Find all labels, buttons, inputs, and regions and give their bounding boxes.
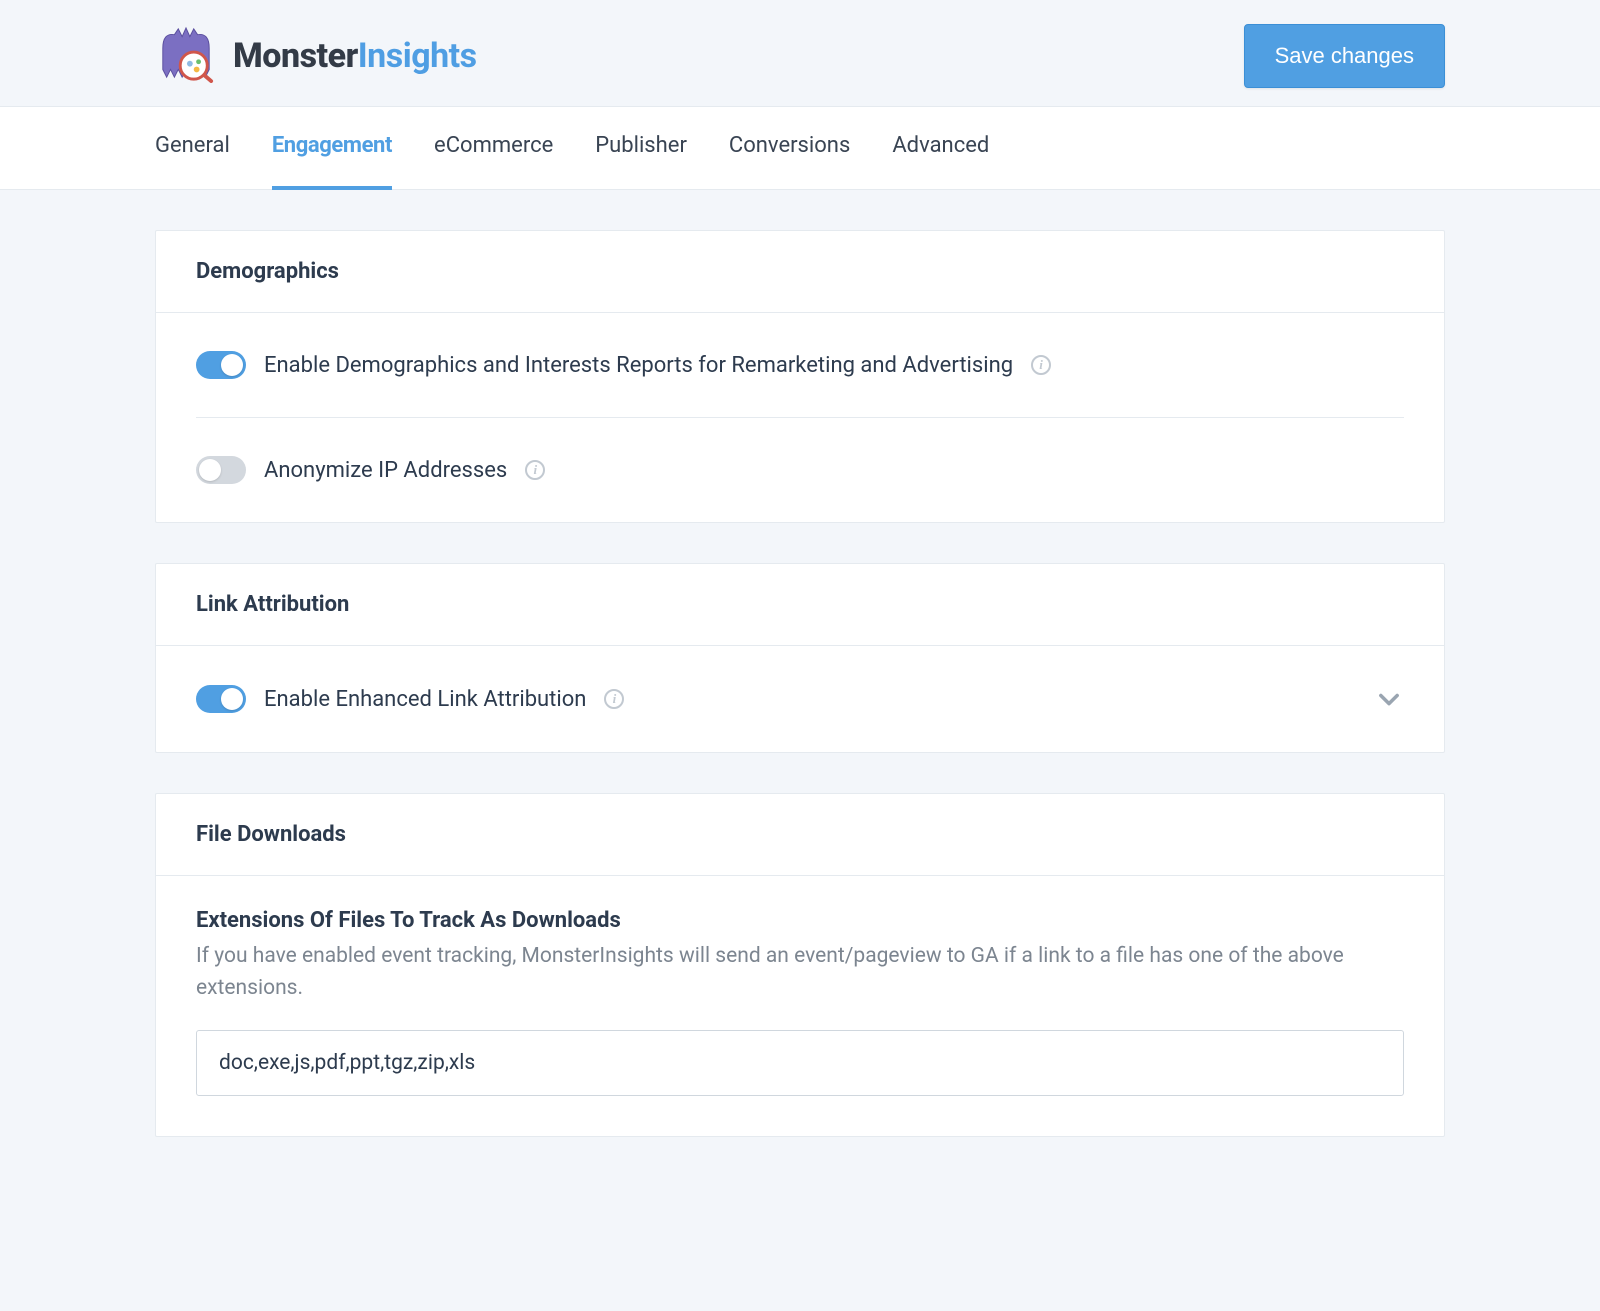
monster-logo-icon [155,25,217,87]
panel-header: File Downloads [156,794,1444,876]
setting-row-demographics: Enable Demographics and Interests Report… [196,313,1404,417]
brand-name-secondary: Insights [358,36,477,76]
brand-name-primary: Monster [233,36,358,76]
panel-title: Demographics [196,259,1404,284]
panel-header: Demographics [156,231,1444,313]
tab-general[interactable]: General [155,107,230,190]
save-changes-button[interactable]: Save changes [1244,24,1445,88]
panel-title: File Downloads [196,822,1404,847]
settings-tabs: General Engagement eCommerce Publisher C… [0,107,1600,190]
brand-logo: MonsterInsights [155,25,477,87]
setting-row-anonymize-ip: Anonymize IP Addresses i [196,417,1404,522]
info-icon[interactable]: i [1031,355,1051,375]
toggle-enhanced-link[interactable] [196,685,246,713]
panel-title: Link Attribution [196,592,1404,617]
extensions-input[interactable] [196,1030,1404,1096]
setting-label: Enable Demographics and Interests Report… [264,353,1013,378]
field-help-text: If you have enabled event tracking, Mons… [196,941,1404,1004]
info-icon[interactable]: i [604,689,624,709]
link-attribution-panel: Link Attribution Enable Enhanced Link At… [155,563,1445,753]
setting-row-enhanced-link: Enable Enhanced Link Attribution i [196,646,1404,752]
tab-engagement[interactable]: Engagement [272,107,392,190]
tab-publisher[interactable]: Publisher [595,107,687,190]
panel-header: Link Attribution [156,564,1444,646]
toggle-anonymize-ip[interactable] [196,456,246,484]
file-downloads-panel: File Downloads Extensions Of Files To Tr… [155,793,1445,1137]
demographics-panel: Demographics Enable Demographics and Int… [155,230,1445,523]
toggle-demographics[interactable] [196,351,246,379]
field-heading: Extensions Of Files To Track As Download… [196,908,1404,933]
tab-advanced[interactable]: Advanced [892,107,989,190]
chevron-down-icon[interactable] [1374,684,1404,714]
setting-label: Enable Enhanced Link Attribution [264,687,586,712]
tab-conversions[interactable]: Conversions [729,107,850,190]
setting-label: Anonymize IP Addresses [264,458,507,483]
header-bar: MonsterInsights Save changes [0,0,1600,107]
brand-name: MonsterInsights [233,36,477,76]
info-icon[interactable]: i [525,460,545,480]
tab-ecommerce[interactable]: eCommerce [434,107,553,190]
